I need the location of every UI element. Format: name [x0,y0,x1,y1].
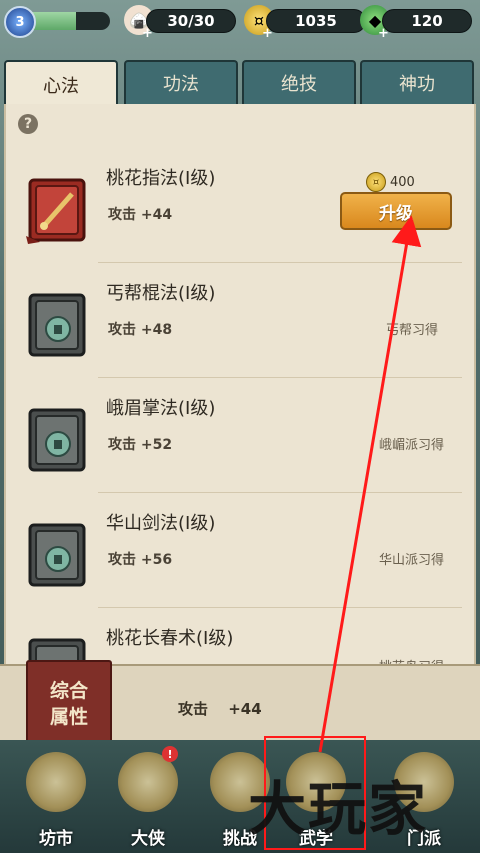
watermark: 大玩家 [248,762,428,846]
annotation-arrow [0,0,480,853]
